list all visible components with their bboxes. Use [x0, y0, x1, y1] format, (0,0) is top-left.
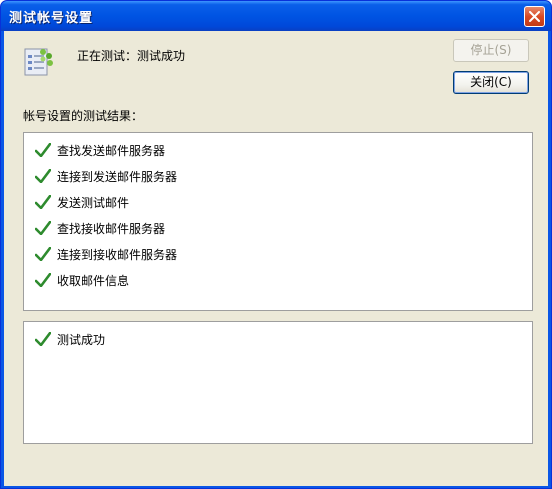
check-icon [35, 169, 51, 183]
check-icon [35, 195, 51, 209]
list-item-label: 连接到发送邮件服务器 [57, 169, 178, 184]
title-bar[interactable]: 测试帐号设置 [1, 1, 551, 31]
window-title: 测试帐号设置 [9, 11, 94, 26]
list-item-label: 连接到接收邮件服务器 [57, 247, 178, 262]
list-item: 连接到接收邮件服务器 [35, 244, 177, 264]
window-close-button[interactable] [524, 6, 545, 27]
test-status-text: 正在测试：测试成功 [77, 49, 186, 63]
list-item: 查找接收邮件服务器 [35, 218, 165, 238]
list-item: 查找发送邮件服务器 [35, 140, 165, 160]
list-item-label: 收取邮件信息 [57, 273, 130, 288]
list-item: 收取邮件信息 [35, 270, 129, 290]
results-section-label: 帐号设置的测试结果： [23, 109, 144, 123]
check-icon [35, 332, 51, 346]
check-icon [35, 273, 51, 287]
dialog-client-area: 正在测试：测试成功 停止(S) 关闭(C) 帐号设置的测试结果： 查找发送邮件服… [4, 31, 548, 486]
dialog-window: 测试帐号设置 正在测试：测试成功 停止(S) 关闭(C) 帐号设置的测试结果： [0, 0, 552, 489]
stop-button[interactable]: 停止(S) [453, 39, 529, 62]
list-item: 连接到发送邮件服务器 [35, 166, 177, 186]
close-icon [529, 11, 540, 22]
check-icon [35, 143, 51, 157]
list-item: 测试成功 [35, 329, 105, 349]
list-item-label: 发送测试邮件 [57, 195, 130, 210]
check-icon [35, 247, 51, 261]
check-icon [35, 221, 51, 235]
close-button[interactable]: 关闭(C) [453, 71, 529, 94]
test-steps-list[interactable]: 查找发送邮件服务器 连接到发送邮件服务器 发送测试邮件 查找接收邮件服务器 连接… [23, 132, 533, 311]
test-result-list[interactable]: 测试成功 [23, 321, 533, 444]
list-item: 发送测试邮件 [35, 192, 129, 212]
result-label: 测试成功 [57, 332, 106, 347]
list-item-label: 查找接收邮件服务器 [57, 221, 166, 236]
account-settings-icon [24, 48, 53, 76]
list-item-label: 查找发送邮件服务器 [57, 143, 166, 158]
